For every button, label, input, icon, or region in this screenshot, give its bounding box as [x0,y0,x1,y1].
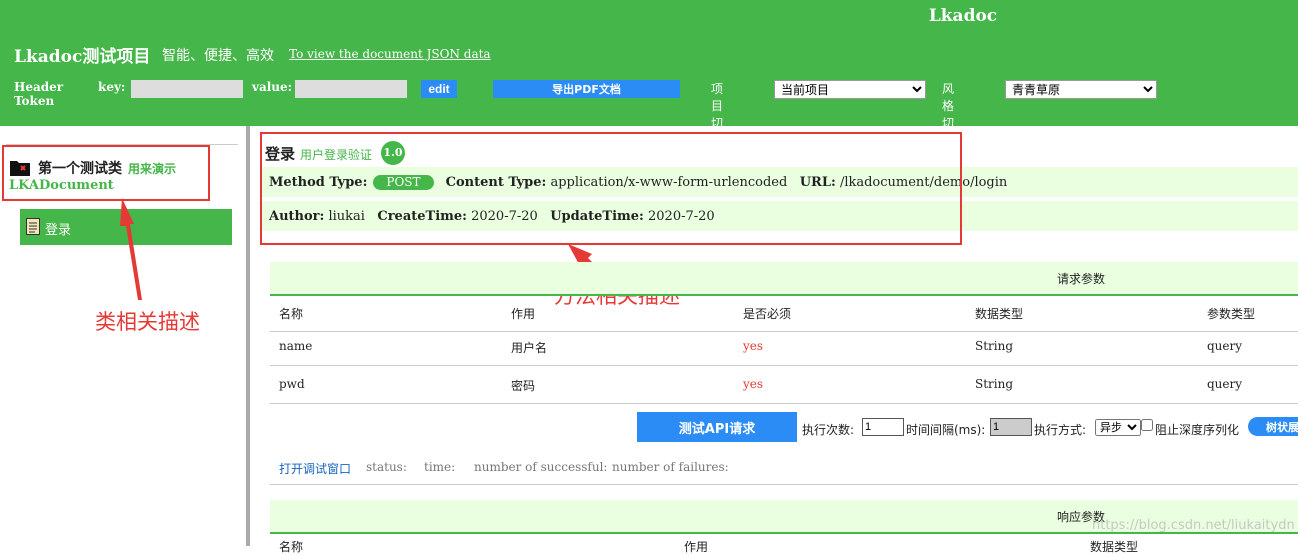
sidebar-item-label: 登录 [45,223,72,238]
project-title: Lkadoc测试项目 [14,47,151,67]
open-debug-link[interactable]: 打开调试窗口 [279,460,351,477]
deep-serialize-checkbox[interactable] [1141,419,1153,431]
mode-label: 执行方式: [1034,423,1087,437]
top-header: Lkadoc Lkadoc测试项目 智能、便捷、高效 To view the d… [0,0,1298,147]
arrow-annotation-class [120,198,142,300]
value-label: value: [252,80,293,94]
view-json-link[interactable]: To view the document JSON data [289,47,491,61]
deep-serialize-label: 阻止深度序列化 [1155,423,1240,437]
table-row: pwd 密码 yes String query [270,366,1298,404]
request-table-header: 名称 作用 是否必须 数据类型 参数类型 [270,294,1298,332]
document-icon [26,218,40,235]
class-desc-annotation: 类相关描述 [95,310,200,334]
status-label: status: [366,460,407,474]
app-name: Lkadoc [928,6,998,26]
method-highlight-box [260,132,962,245]
status-row: 打开调试窗口 status: time: number of successfu… [270,452,1298,485]
failure-label: number of failures: [612,460,729,474]
watermark: https://blog.csdn.net/liukaitydn [1092,518,1295,533]
request-params-header: 请求参数 [270,262,1298,296]
token-value-input[interactable] [295,80,407,98]
project-select[interactable]: 当前项目 [774,80,926,99]
count-input[interactable] [862,418,904,436]
test-api-button[interactable]: 测试API请求 [637,412,797,442]
table-row: name 用户名 yes String query [270,328,1298,366]
time-label: time: [424,460,456,474]
key-label: key: [98,80,126,94]
export-pdf-button[interactable]: 导出PDF文档 [493,80,680,98]
sidebar-divider[interactable] [246,126,250,546]
class-highlight-box [2,145,210,201]
interval-label: 时间间隔(ms): [906,423,986,437]
success-label: number of successful: [474,460,608,474]
token-key-input[interactable] [131,80,243,98]
count-label: 执行次数: [802,423,855,437]
style-select[interactable]: 青青草原 [1005,80,1157,99]
tree-view-button[interactable]: 树状展 [1248,417,1298,436]
edit-button[interactable]: edit [421,80,457,98]
interval-input[interactable] [990,418,1032,436]
header-token-label: Header Token [14,80,64,108]
project-slogan: 智能、便捷、高效 [162,48,274,64]
mode-select[interactable]: 异步 [1095,419,1141,436]
